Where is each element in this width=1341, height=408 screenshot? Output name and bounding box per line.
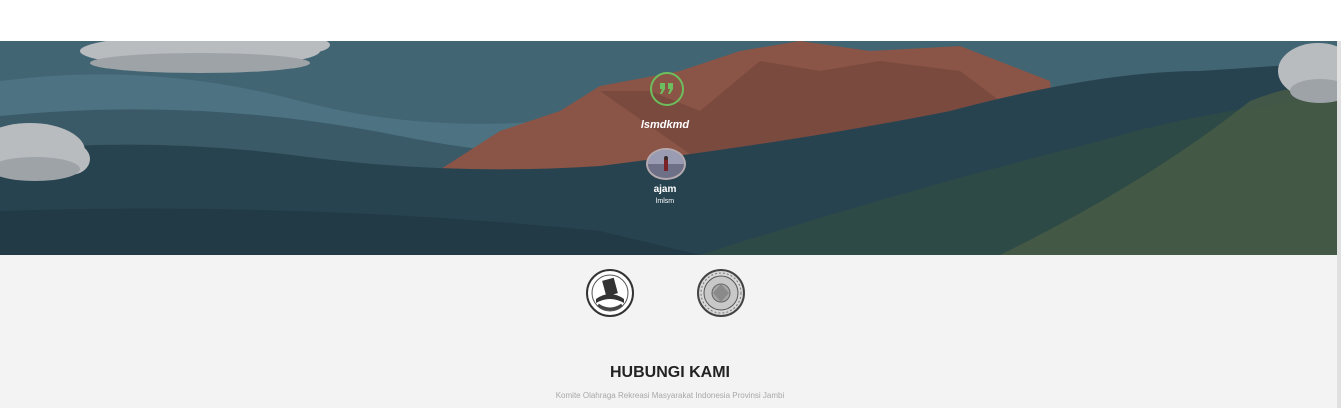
contact-title: HUBUNGI KAMI	[610, 364, 730, 381]
contact-section: HUBUNGI KAMI Komite Olahraga Rekreasi Ma…	[0, 255, 1341, 408]
testimonial-author-role: lmlsm	[655, 198, 675, 205]
testimonial-quote: lsmdkmd	[640, 119, 690, 131]
quote-icon	[650, 72, 684, 106]
partner-logo-2[interactable]	[697, 269, 745, 317]
avatar	[646, 148, 686, 180]
contact-subtitle: Komite Olahraga Rekreasi Masyarakat Indo…	[555, 391, 785, 400]
testimonial-author-name: ajam	[653, 184, 677, 195]
top-strip	[0, 0, 1341, 41]
partner-logo-1[interactable]	[586, 269, 634, 317]
testimonial-section: lsmdkmd ajam lmlsm	[0, 41, 1341, 255]
scrollbar[interactable]	[1337, 41, 1341, 408]
